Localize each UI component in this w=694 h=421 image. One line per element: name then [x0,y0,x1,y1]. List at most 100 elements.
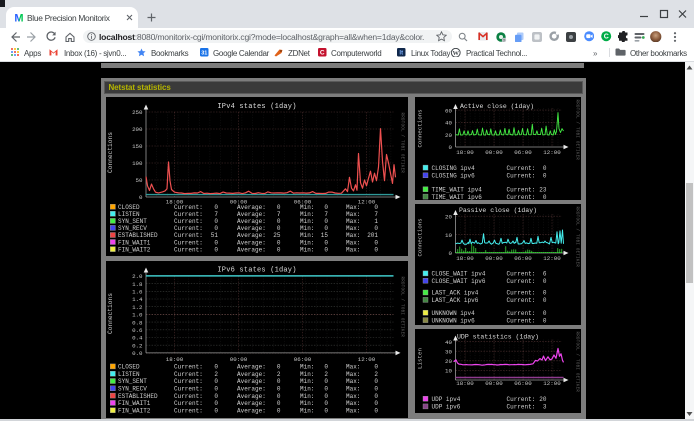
svg-text:25: 25 [273,232,281,239]
svg-text:0: 0 [276,239,280,246]
svg-text:UNKNOWN ipv6: UNKNOWN ipv6 [432,317,476,324]
svg-text:00:00: 00:00 [485,255,503,262]
svg-text:Min:: Min: [300,211,314,218]
svg-text:2: 2 [324,370,328,377]
svg-text:00:00: 00:00 [229,356,247,363]
svg-text:20: 20 [445,213,452,220]
svg-text:0: 0 [214,407,218,414]
svg-text:18:00: 18:00 [165,356,183,363]
svg-text:Min:: Min: [300,363,314,370]
svg-text:Max:: Max: [346,218,360,225]
svg-text:Max:: Max: [346,239,360,246]
svg-text:0: 0 [214,239,218,246]
svg-text:Average:: Average: [237,400,266,407]
svg-text:Current:: Current: [174,363,203,370]
svg-text:1.0: 1.0 [132,311,143,318]
svg-text:20: 20 [539,396,547,403]
svg-text:?: ? [503,38,505,42]
svg-text:0: 0 [324,385,328,392]
svg-text:30: 30 [445,348,452,355]
svg-text:51: 51 [210,232,218,239]
svg-text:Max:: Max: [346,370,360,377]
svg-text:Max:: Max: [346,363,360,370]
svg-text:7: 7 [324,211,328,218]
svg-text:UDP ipv6: UDP ipv6 [432,403,461,410]
svg-text:0: 0 [276,218,280,225]
svg-text:UNKNOWN ipv4: UNKNOWN ipv4 [432,309,476,316]
svg-text:FIN_WAIT1: FIN_WAIT1 [118,400,151,407]
svg-text:0: 0 [214,363,218,370]
svg-text:Connections: Connections [107,292,114,333]
svg-text:0: 0 [214,392,218,399]
svg-text:Current:: Current: [507,317,536,324]
svg-text:06:00: 06:00 [514,380,532,387]
svg-text:Min:: Min: [300,385,314,392]
svg-text:Max:: Max: [346,204,360,211]
svg-text:0: 0 [449,250,453,257]
svg-text:0: 0 [324,407,328,414]
svg-text:20: 20 [445,358,452,365]
svg-text:0: 0 [276,407,280,414]
svg-text:00:00: 00:00 [485,149,503,156]
svg-text:0: 0 [276,400,280,407]
svg-text:Current:: Current: [174,218,203,225]
svg-text:CLOSED: CLOSED [118,363,140,370]
svg-text:0: 0 [214,204,218,211]
svg-text:LAST_ACK ipv4: LAST_ACK ipv4 [432,289,479,296]
svg-text:0: 0 [374,392,378,399]
svg-text:3: 3 [543,403,547,410]
svg-text:Average:: Average: [237,225,266,232]
svg-text:Current:: Current: [174,204,203,211]
svg-text:0: 0 [374,363,378,370]
svg-text:SYN_SENT: SYN_SENT [118,218,147,225]
svg-text:Min:: Min: [300,407,314,414]
svg-text:0: 0 [543,193,547,199]
svg-text:Current:: Current: [174,239,203,246]
svg-text:M: M [14,12,23,22]
svg-text:0: 0 [449,144,453,151]
svg-text:Average:: Average: [237,378,266,385]
svg-text:TIME_WAIT ipv4: TIME_WAIT ipv4 [432,186,483,193]
svg-text:0.0: 0.0 [132,350,143,357]
svg-text:RRDTOOL / TOBI OETIKER: RRDTOOL / TOBI OETIKER [399,276,404,337]
svg-text:Current:: Current: [507,193,536,199]
svg-text:7: 7 [276,211,280,218]
svg-text:00:00: 00:00 [485,380,503,387]
svg-text:2: 2 [276,370,280,377]
svg-text:10: 10 [445,367,452,374]
svg-text:Min:: Min: [300,239,314,246]
svg-text:0: 0 [139,194,143,201]
svg-text:Min:: Min: [300,370,314,377]
svg-text:Current:: Current: [174,246,203,253]
svg-text:2: 2 [214,370,218,377]
svg-text:Passive close (1day): Passive close (1day) [459,206,537,213]
svg-text:1: 1 [374,218,378,225]
svg-text:60: 60 [445,107,452,114]
svg-text:12:00: 12:00 [543,380,561,387]
svg-text:15: 15 [320,232,328,239]
svg-text:Current:: Current: [174,211,203,218]
svg-text:RRDTOOL / TOBI OETIKER: RRDTOOL / TOBI OETIKER [575,206,580,267]
svg-text:0: 0 [276,392,280,399]
svg-text:UDP statistics (1day): UDP statistics (1day) [457,333,539,340]
svg-text:06:00: 06:00 [514,255,532,262]
svg-text:Average:: Average: [237,211,266,218]
svg-text:Current:: Current: [507,403,536,410]
svg-text:2: 2 [374,370,378,377]
svg-text:Average:: Average: [237,370,266,377]
svg-text:Average:: Average: [237,407,266,414]
svg-text:7: 7 [374,211,378,218]
svg-text:0: 0 [276,225,280,232]
svg-text:0: 0 [324,246,328,253]
svg-text:0: 0 [214,385,218,392]
svg-text:Current:: Current: [174,232,203,239]
svg-text:Current:: Current: [174,225,203,232]
svg-text:Average:: Average: [237,385,266,392]
svg-text:0: 0 [214,218,218,225]
svg-text:0: 0 [276,204,280,211]
svg-text:Min:: Min: [300,225,314,232]
svg-text:Min:: Min: [300,218,314,225]
svg-text:Min:: Min: [300,246,314,253]
svg-text:0: 0 [276,378,280,385]
svg-text:0.2: 0.2 [132,342,143,349]
